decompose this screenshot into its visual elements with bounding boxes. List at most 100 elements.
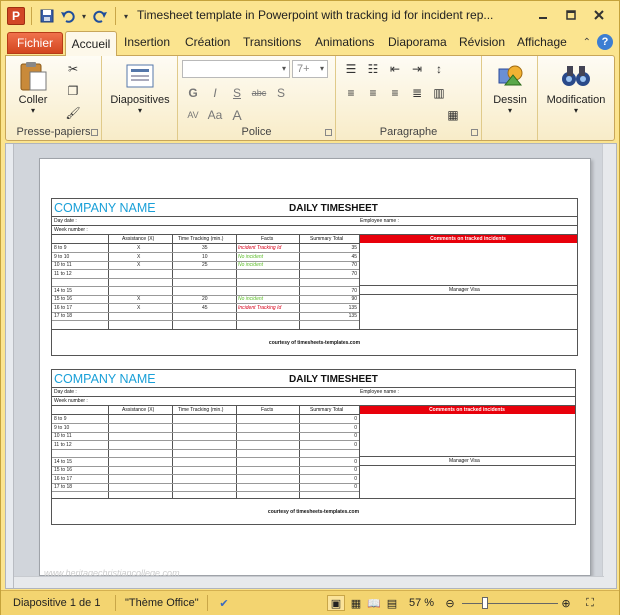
editing-button[interactable]: Modification ▾ — [540, 60, 612, 115]
col-header-time-tracking: Time Tracking (min.) — [178, 236, 224, 242]
underline-icon[interactable]: S — [228, 84, 246, 102]
spell-check-icon[interactable]: ✔ — [215, 595, 233, 611]
shadow-icon[interactable]: S — [272, 84, 290, 102]
slide-workspace[interactable]: COMPANY NAME DAILY TIMESHEET Day date : … — [5, 143, 617, 589]
format-painter-icon[interactable]: 🖌 — [64, 104, 82, 122]
slideshow-icon[interactable]: ▤ — [383, 595, 401, 611]
slides-panel-collapsed[interactable] — [6, 144, 14, 588]
tab-creation[interactable]: Création — [185, 35, 230, 49]
divider — [52, 329, 577, 330]
qat-separator — [115, 7, 116, 25]
group-clipboard: Coller ▾ ✂ ❐ 🖌 Presse-papiers — [6, 56, 102, 140]
paste-dropdown-icon[interactable]: ▾ — [10, 106, 56, 115]
tab-animations[interactable]: Animations — [315, 35, 374, 49]
table-cell-total: 135 — [348, 313, 357, 319]
font-name-input[interactable]: ▾ — [182, 60, 290, 78]
row-divider — [52, 320, 359, 321]
change-case-icon[interactable]: Aa — [206, 106, 224, 124]
align-center-icon[interactable]: ≡ — [364, 84, 382, 102]
col-header-facts: Facts — [261, 407, 274, 413]
table-cell-tracking: 45 — [202, 304, 208, 311]
decrease-indent-icon[interactable]: ⇤ — [386, 60, 404, 78]
group-label-clipboard: Presse-papiers — [16, 126, 91, 138]
powerpoint-logo-icon[interactable]: P — [7, 7, 25, 25]
table-cell-assist: X — [137, 262, 141, 268]
drawing-label: Dessin — [493, 94, 527, 106]
theme-name[interactable]: "Thème Office" — [125, 597, 199, 609]
zoom-in-icon[interactable]: ⊕ — [557, 595, 575, 611]
status-separator — [207, 595, 208, 611]
row-divider — [52, 448, 359, 450]
table-cell-total: 0 — [354, 433, 357, 439]
font-name-dropdown-icon[interactable]: ▾ — [282, 64, 286, 73]
paste-button[interactable]: Coller ▾ — [10, 60, 56, 115]
fit-to-window-icon[interactable]: ⛶ — [581, 595, 599, 611]
drawing-dropdown-icon[interactable]: ▾ — [484, 106, 536, 115]
char-spacing-icon[interactable]: AV — [184, 106, 202, 124]
slides-button[interactable]: Diapositives ▾ — [108, 60, 172, 115]
tab-fichier[interactable]: Fichier — [7, 32, 63, 54]
columns-icon[interactable]: ▥ — [430, 84, 448, 102]
italic-icon[interactable]: I — [206, 84, 224, 102]
undo-dropdown-icon[interactable]: ▾ — [80, 7, 88, 25]
slides-dropdown-icon[interactable]: ▾ — [108, 106, 172, 115]
align-left-icon[interactable]: ≡ — [342, 84, 360, 102]
ribbon-minimize-icon[interactable]: ⌃ — [583, 37, 591, 48]
timesheet-1[interactable]: COMPANY NAME DAILY TIMESHEET Day date : … — [51, 198, 578, 356]
help-icon[interactable]: ? — [597, 34, 613, 50]
paragraph-launcher-icon[interactable] — [471, 129, 478, 136]
customize-qat-icon[interactable]: ▾ — [122, 7, 130, 25]
timesheet-2[interactable]: COMPANY NAME DAILY TIMESHEET Day date : … — [51, 369, 576, 525]
col-header-summary: Summary Total — [310, 236, 344, 242]
font-color-icon[interactable]: A — [228, 106, 246, 124]
save-icon[interactable] — [38, 7, 56, 25]
reading-view-icon[interactable]: 📖 — [365, 595, 383, 611]
slide-sorter-icon[interactable]: ▦ — [347, 595, 365, 611]
table-cell-time: 14 to 15 — [54, 287, 73, 294]
tab-affichage[interactable]: Affichage — [517, 35, 567, 49]
minimize-icon[interactable] — [529, 5, 557, 25]
vertical-scrollbar[interactable] — [602, 144, 616, 588]
table-cell-time: 8 to 9 — [54, 416, 67, 422]
close-icon[interactable] — [585, 5, 613, 25]
table-cell-time: 17 to 18 — [54, 313, 73, 319]
drawing-button[interactable]: Dessin ▾ — [484, 60, 536, 115]
horizontal-scrollbar[interactable] — [14, 576, 604, 588]
maximize-icon[interactable] — [557, 5, 585, 25]
cut-icon[interactable]: ✂ — [64, 60, 82, 78]
manager-visa-label: Manager Visa — [449, 287, 480, 293]
font-launcher-icon[interactable] — [325, 129, 332, 136]
font-size-dropdown-icon[interactable]: ▾ — [320, 64, 324, 73]
table-cell-time: 10 to 11 — [54, 262, 72, 268]
zoom-level[interactable]: 57 % — [409, 597, 434, 609]
zoom-out-icon[interactable]: ⊖ — [441, 595, 459, 611]
smartart-icon[interactable]: ▦ — [444, 106, 462, 124]
tab-insertion[interactable]: Insertion — [124, 35, 170, 49]
group-drawing: Dessin ▾ — [482, 56, 538, 140]
tab-accueil[interactable]: Accueil — [65, 31, 117, 56]
grid-line — [236, 234, 237, 329]
bullets-icon[interactable]: ☰ — [342, 60, 360, 78]
justify-icon[interactable]: ≣ — [408, 84, 426, 102]
editing-dropdown-icon[interactable]: ▾ — [540, 106, 612, 115]
tab-revision[interactable]: Révision — [459, 35, 505, 49]
strikethrough-icon[interactable]: abc — [250, 84, 268, 102]
align-right-icon[interactable]: ≡ — [386, 84, 404, 102]
zoom-slider[interactable] — [462, 603, 558, 604]
redo-icon[interactable] — [91, 7, 109, 25]
zoom-slider-thumb[interactable] — [482, 597, 488, 609]
copy-icon[interactable]: ❐ — [64, 82, 82, 100]
bold-icon[interactable]: G — [184, 84, 202, 102]
comments-header: Comments on tracked incidents — [359, 235, 577, 243]
tab-diaporama[interactable]: Diaporama — [388, 35, 447, 49]
tab-transitions[interactable]: Transitions — [243, 35, 301, 49]
numbering-icon[interactable]: ☷ — [364, 60, 382, 78]
clipboard-launcher-icon[interactable] — [91, 129, 98, 136]
status-separator — [115, 595, 116, 611]
increase-indent-icon[interactable]: ⇥ — [408, 60, 426, 78]
undo-icon[interactable] — [59, 7, 77, 25]
slide-canvas[interactable]: COMPANY NAME DAILY TIMESHEET Day date : … — [39, 158, 591, 576]
line-spacing-icon[interactable]: ↕ — [430, 60, 448, 78]
normal-view-icon[interactable]: ▣ — [327, 595, 345, 611]
font-size-input[interactable]: 7+ ▾ — [292, 60, 328, 78]
